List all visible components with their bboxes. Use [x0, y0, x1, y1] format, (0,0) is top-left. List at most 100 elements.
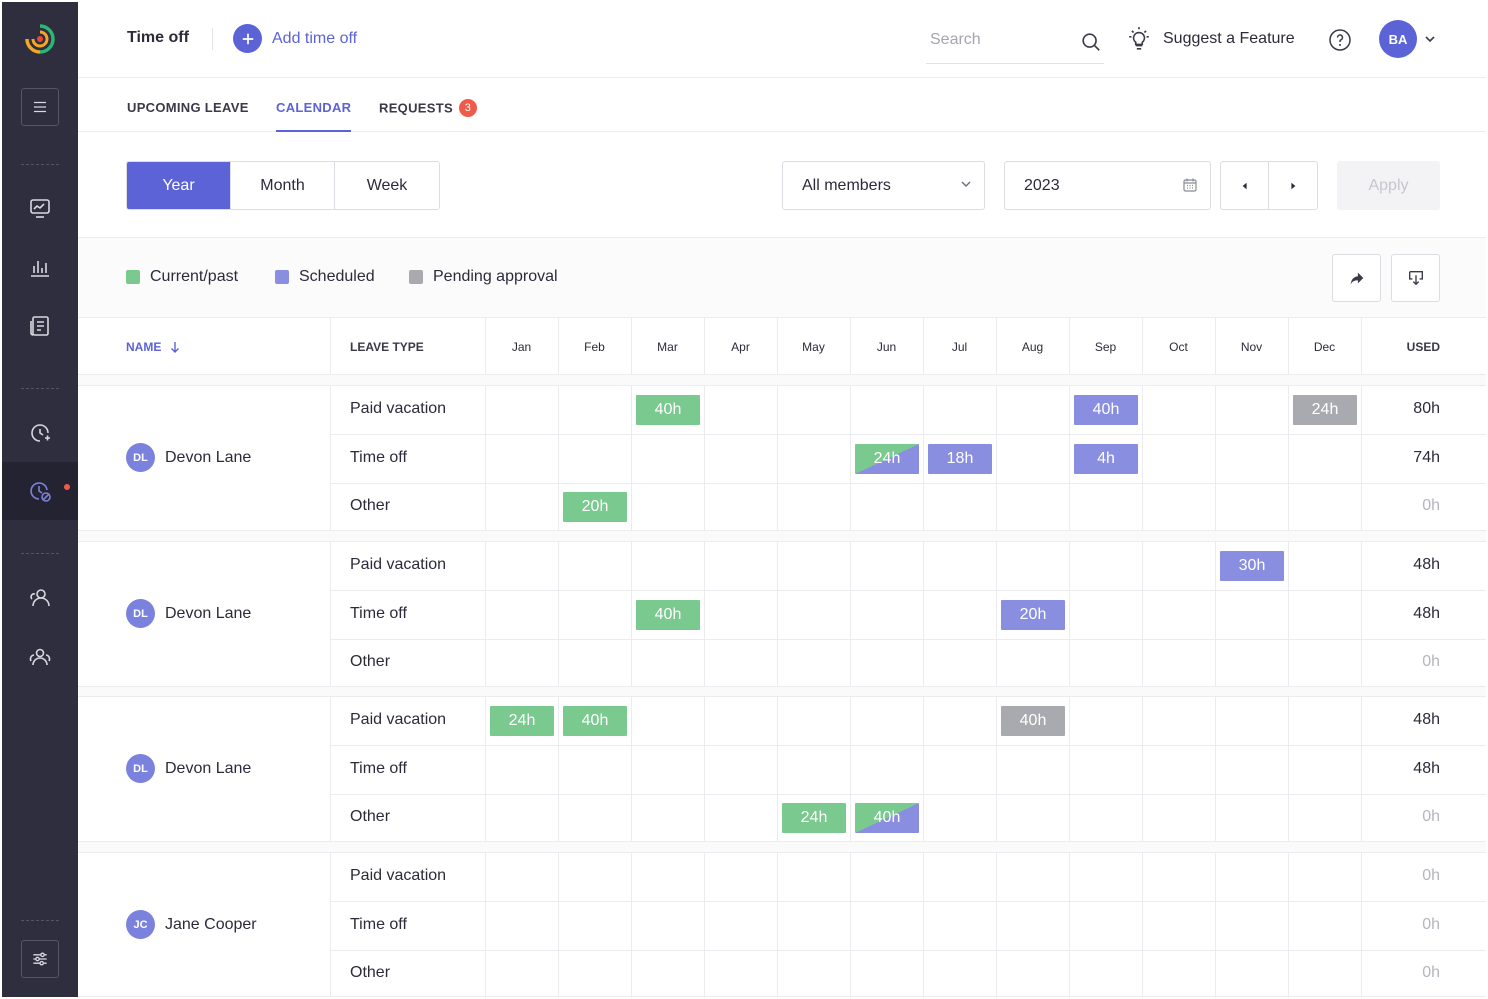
chevron-down-icon[interactable] [1424, 33, 1436, 45]
used-hours: 48h [1413, 759, 1440, 777]
leave-type-label: Paid vacation [350, 400, 447, 417]
used-hours: 80h [1413, 400, 1440, 417]
member-name: Devon Lane [165, 759, 252, 777]
leave-type-label: Other [350, 964, 391, 981]
nav-timesheets[interactable] [2, 301, 78, 351]
used-hours: 0h [1422, 497, 1440, 514]
used-hours: 0h [1422, 808, 1440, 825]
leave-type-label: Time off [350, 604, 407, 622]
monitor-chart-icon [30, 199, 50, 218]
leave-entry-sched[interactable]: 18h [928, 443, 992, 474]
leave-row: Other 0h [330, 639, 1486, 687]
settings-button[interactable] [2, 934, 78, 984]
nav-time-off[interactable] [2, 462, 78, 520]
name-column-header[interactable]: NAME [126, 318, 181, 375]
leave-entry-pending[interactable]: 24h [1293, 395, 1357, 425]
nav-reports[interactable] [2, 242, 78, 292]
leave-entry-sched[interactable]: 40h [1074, 395, 1138, 425]
member-name: Jane Cooper [165, 915, 257, 933]
month-header-jul: Jul [951, 339, 968, 354]
member-name-cell[interactable]: JC Jane Cooper [126, 910, 257, 939]
leave-entry-current[interactable]: 40h [636, 395, 700, 425]
share-arrow-icon [1350, 272, 1363, 285]
month-header-aug: Aug [1021, 339, 1044, 354]
leave-entry-split[interactable]: 24h [855, 443, 919, 474]
plus-icon [242, 33, 253, 44]
tab-calendar[interactable]: CALENDAR [276, 100, 352, 132]
month-header-feb: Feb [584, 339, 605, 354]
leave-type-label: Time off [350, 448, 407, 466]
team-icon [29, 648, 51, 666]
app-logo[interactable] [2, 14, 78, 64]
member-name-cell[interactable]: DL Devon Lane [126, 599, 251, 628]
leave-type-label: Other [350, 497, 391, 514]
view-year-button[interactable]: Year [127, 162, 231, 209]
chevron-down-icon [961, 181, 971, 187]
leave-entry-pending[interactable]: 40h [1001, 706, 1065, 736]
leave-entry-current[interactable]: 20h [563, 492, 627, 522]
leave-row: Paid vacation 24h 40h 40h 48h [330, 697, 1486, 746]
calendar-controls: Year Month Week All members 2023 Apply [78, 132, 1486, 238]
nav-people[interactable] [2, 573, 78, 623]
member-group: JC Jane Cooper Paid vacation 0h Time off 0h Ot… [78, 852, 1486, 998]
nav-dashboard[interactable] [2, 183, 78, 233]
table-header: NAME LEAVE TYPE Jan Feb Mar Apr May Jun Jul Aug… [78, 318, 1486, 375]
search-input[interactable] [930, 28, 1070, 52]
used-hours: 0h [1422, 964, 1440, 981]
nav-add-time[interactable] [2, 408, 78, 458]
members-select[interactable]: All members [782, 161, 985, 210]
search-icon[interactable] [1080, 31, 1102, 53]
apply-button[interactable]: Apply [1337, 161, 1440, 210]
previous-year-button[interactable] [1221, 162, 1270, 209]
leave-row: Other 0h [330, 950, 1486, 998]
month-header-sep: Sep [1094, 339, 1117, 354]
suggest-feature-button[interactable]: Suggest a Feature [1126, 26, 1295, 52]
used-hours: 48h [1413, 711, 1440, 728]
month-header-apr: Apr [731, 339, 750, 354]
used-column-header: USED [1406, 339, 1440, 354]
leave-entry-current[interactable]: 24h [782, 803, 846, 833]
next-year-button[interactable] [1269, 162, 1317, 209]
member-avatar: JC [126, 910, 155, 939]
leave-entry-sched[interactable]: 30h [1220, 551, 1284, 581]
legend-current-past: Current/past [126, 268, 238, 286]
leave-entry-current[interactable]: 24h [490, 706, 554, 736]
leave-row: Other 20h 0h [330, 483, 1486, 531]
members-select-value: All members [802, 176, 891, 194]
leave-row: Time off 48h [330, 745, 1486, 795]
leave-row: Time off 0h [330, 901, 1486, 951]
member-group: DL Devon Lane Paid vacation 40h 40h 24h 80h Tim… [78, 385, 1486, 531]
leave-entry-current[interactable]: 40h [563, 706, 627, 736]
tab-upcoming-leave[interactable]: UPCOMING LEAVE [127, 100, 249, 132]
tab-bar: UPCOMING LEAVE CALENDAR REQUESTS 3 [78, 78, 1486, 132]
used-hours: 0h [1422, 653, 1440, 670]
view-week-button[interactable]: Week [335, 162, 439, 209]
view-month-button[interactable]: Month [231, 162, 335, 209]
menu-toggle-button[interactable] [2, 82, 78, 132]
leave-entry-sched[interactable]: 20h [1001, 599, 1065, 630]
leave-row: Paid vacation 0h [330, 853, 1486, 902]
month-header-may: May [802, 339, 825, 354]
member-name-cell[interactable]: DL Devon Lane [126, 443, 251, 472]
tab-requests[interactable]: REQUESTS 3 [379, 99, 477, 132]
legend-bar: Current/past Scheduled Pending approval [78, 238, 1486, 318]
download-button[interactable] [1391, 254, 1440, 302]
used-hours: 0h [1422, 867, 1440, 884]
help-icon[interactable] [1328, 28, 1352, 52]
member-name: Devon Lane [165, 604, 252, 622]
leave-entry-sched[interactable]: 4h [1074, 443, 1138, 474]
leave-entry-current[interactable]: 40h [636, 599, 700, 630]
search-box [926, 20, 1104, 64]
nav-teams[interactable] [2, 632, 78, 682]
add-time-off-button[interactable]: Add time off [233, 24, 357, 53]
clock-off-icon [30, 482, 51, 502]
user-avatar[interactable]: BA [1379, 20, 1417, 58]
share-button[interactable] [1332, 254, 1381, 302]
top-header: Time off Add time off Suggest a Feature … [78, 2, 1486, 78]
leave-type-label: Paid vacation [350, 556, 447, 573]
member-group: DL Devon Lane Paid vacation 24h 40h 40h 48h Tim… [78, 696, 1486, 842]
month-header-nov: Nov [1240, 339, 1263, 354]
year-picker[interactable]: 2023 [1004, 161, 1211, 210]
leave-entry-split[interactable]: 40h [855, 803, 919, 833]
member-name-cell[interactable]: DL Devon Lane [126, 754, 251, 783]
